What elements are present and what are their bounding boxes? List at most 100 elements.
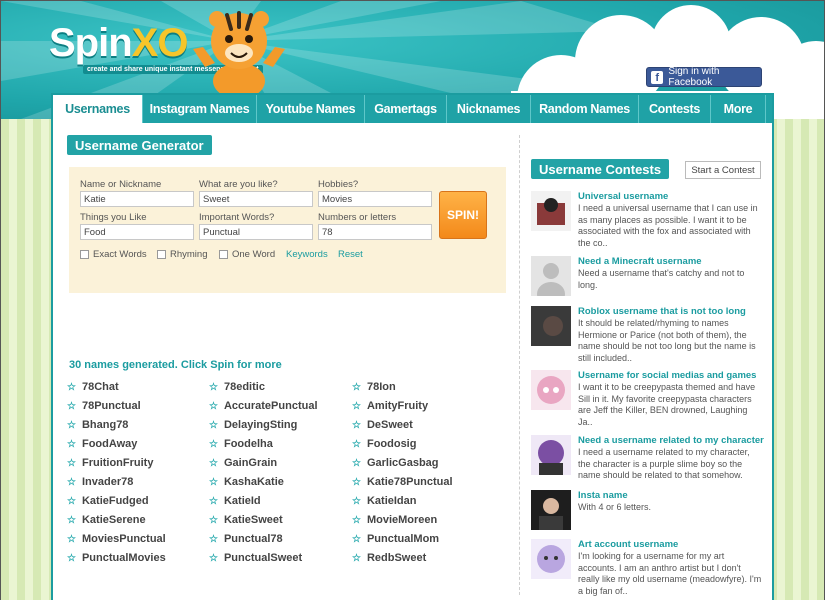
star-icon[interactable]: ☆ [67, 382, 76, 393]
name-input[interactable] [80, 191, 194, 207]
list-item[interactable]: ☆ GarlicGasbag [352, 457, 439, 469]
star-icon[interactable]: ☆ [209, 515, 218, 526]
star-icon[interactable]: ☆ [352, 553, 361, 564]
list-item[interactable]: ☆ FoodAway [67, 438, 137, 450]
star-icon[interactable]: ☆ [67, 515, 76, 526]
contest-item[interactable]: Insta name With 4 or 6 letters. [531, 490, 763, 532]
list-item[interactable]: ☆ KashaKatie [209, 476, 284, 488]
star-icon[interactable]: ☆ [67, 496, 76, 507]
list-item[interactable]: ☆ 78Chat [67, 381, 119, 393]
contest-item[interactable]: Need a Minecraft username Need a usernam… [531, 256, 763, 298]
tab-contests[interactable]: Contests [639, 95, 711, 123]
star-icon[interactable]: ☆ [209, 439, 218, 450]
star-icon[interactable]: ☆ [67, 458, 76, 469]
spinxo-logo[interactable]: SpinXO [49, 21, 188, 66]
star-icon[interactable]: ☆ [209, 496, 218, 507]
rhyming-checkbox[interactable]: Rhyming [157, 249, 208, 260]
star-icon[interactable]: ☆ [352, 458, 361, 469]
list-item[interactable]: ☆ PunctualMom [352, 533, 439, 545]
contest-item[interactable]: Username for social medias and games I w… [531, 370, 763, 427]
list-item[interactable]: ☆ 78editic [209, 381, 265, 393]
list-item[interactable]: ☆ FruitionFruity [67, 457, 153, 469]
list-item[interactable]: ☆ MoviesPunctual [67, 533, 166, 545]
reset-link[interactable]: Reset [338, 249, 363, 260]
tab-nicknames[interactable]: Nicknames [447, 95, 531, 123]
list-item[interactable]: ☆ KatieIdan [352, 495, 416, 507]
star-icon[interactable]: ☆ [352, 496, 361, 507]
tab-random-names[interactable]: Random Names [531, 95, 639, 123]
tab-more[interactable]: More [711, 95, 766, 123]
star-icon[interactable]: ☆ [67, 401, 76, 412]
list-item[interactable]: ☆ KatieSerene [67, 514, 146, 526]
exact-words-checkbox[interactable]: Exact Words [80, 249, 147, 260]
star-icon[interactable]: ☆ [209, 534, 218, 545]
tab-instagram-names[interactable]: Instagram Names [143, 95, 257, 123]
list-item[interactable]: ☆ MovieMoreen [352, 514, 437, 526]
list-item[interactable]: ☆ PunctualSweet [209, 552, 302, 564]
list-item[interactable]: ☆ Katie78Punctual [352, 476, 453, 488]
star-icon[interactable]: ☆ [352, 382, 361, 393]
start-contest-button[interactable]: Start a Contest [685, 161, 761, 179]
star-icon[interactable]: ☆ [67, 439, 76, 450]
list-item[interactable]: ☆ KatieSweet [209, 514, 283, 526]
contest-title[interactable]: Insta name [578, 490, 628, 501]
generated-name: 78Chat [81, 381, 119, 393]
star-icon[interactable]: ☆ [209, 458, 218, 469]
numbers-input[interactable] [318, 224, 432, 240]
list-item[interactable]: ☆ RedbSweet [352, 552, 426, 564]
generated-name: Punctual78 [223, 533, 283, 545]
list-item[interactable]: ☆ Foodosig [352, 438, 416, 450]
tab-youtube-names[interactable]: Youtube Names [257, 95, 365, 123]
list-item[interactable]: ☆ AccuratePunctual [209, 400, 318, 412]
list-item[interactable]: ☆ DeSweet [352, 419, 413, 431]
list-item[interactable]: ☆ KatieFudged [67, 495, 149, 507]
star-icon[interactable]: ☆ [352, 439, 361, 450]
star-icon[interactable]: ☆ [67, 534, 76, 545]
star-icon[interactable]: ☆ [67, 420, 76, 431]
list-item[interactable]: ☆ Invader78 [67, 476, 133, 488]
list-item[interactable]: ☆ GainGrain [209, 457, 277, 469]
star-icon[interactable]: ☆ [352, 534, 361, 545]
list-item[interactable]: ☆ KatieId [209, 495, 261, 507]
contest-item[interactable]: Universal username I need a universal us… [531, 191, 763, 248]
list-item[interactable]: ☆ DelayingSting [209, 419, 297, 431]
contest-title[interactable]: Need a username related to my character [578, 435, 764, 446]
words-input[interactable] [199, 224, 313, 240]
one-word-checkbox[interactable]: One Word [219, 249, 275, 260]
star-icon[interactable]: ☆ [67, 553, 76, 564]
star-icon[interactable]: ☆ [67, 477, 76, 488]
contest-title[interactable]: Art account username [578, 539, 678, 550]
things-input[interactable] [80, 224, 194, 240]
list-item[interactable]: ☆ Punctual78 [209, 533, 283, 545]
list-item[interactable]: ☆ Foodelha [209, 438, 273, 450]
star-icon[interactable]: ☆ [352, 477, 361, 488]
list-item[interactable]: ☆ 78Ion [352, 381, 396, 393]
spin-button[interactable]: SPIN! [439, 191, 487, 239]
star-icon[interactable]: ☆ [209, 477, 218, 488]
contest-item[interactable]: Art account username I'm looking for a u… [531, 539, 763, 599]
like-label: What are you like? [199, 179, 278, 190]
contest-title[interactable]: Username for social medias and games [578, 370, 756, 381]
star-icon[interactable]: ☆ [352, 420, 361, 431]
star-icon[interactable]: ☆ [209, 420, 218, 431]
list-item[interactable]: ☆ AmityFruity [352, 400, 428, 412]
star-icon[interactable]: ☆ [352, 401, 361, 412]
keywords-link[interactable]: Keywords [286, 249, 328, 260]
like-input[interactable] [199, 191, 313, 207]
star-icon[interactable]: ☆ [209, 401, 218, 412]
tab-gamertags[interactable]: Gamertags [365, 95, 447, 123]
contest-item[interactable]: Roblox username that is not too long It … [531, 306, 763, 363]
list-item[interactable]: ☆ Bhang78 [67, 419, 128, 431]
contest-title[interactable]: Need a Minecraft username [578, 256, 702, 267]
contest-item[interactable]: Need a username related to my character … [531, 435, 764, 481]
tab-usernames[interactable]: Usernames [53, 95, 143, 123]
list-item[interactable]: ☆ PunctualMovies [67, 552, 166, 564]
contest-title[interactable]: Roblox username that is not too long [578, 306, 746, 317]
star-icon[interactable]: ☆ [209, 553, 218, 564]
facebook-signin-button[interactable]: f Sign in with Facebook [646, 66, 762, 88]
star-icon[interactable]: ☆ [352, 515, 361, 526]
hobbies-input[interactable] [318, 191, 432, 207]
star-icon[interactable]: ☆ [209, 382, 218, 393]
list-item[interactable]: ☆ 78Punctual [67, 400, 141, 412]
contest-title[interactable]: Universal username [578, 191, 668, 202]
